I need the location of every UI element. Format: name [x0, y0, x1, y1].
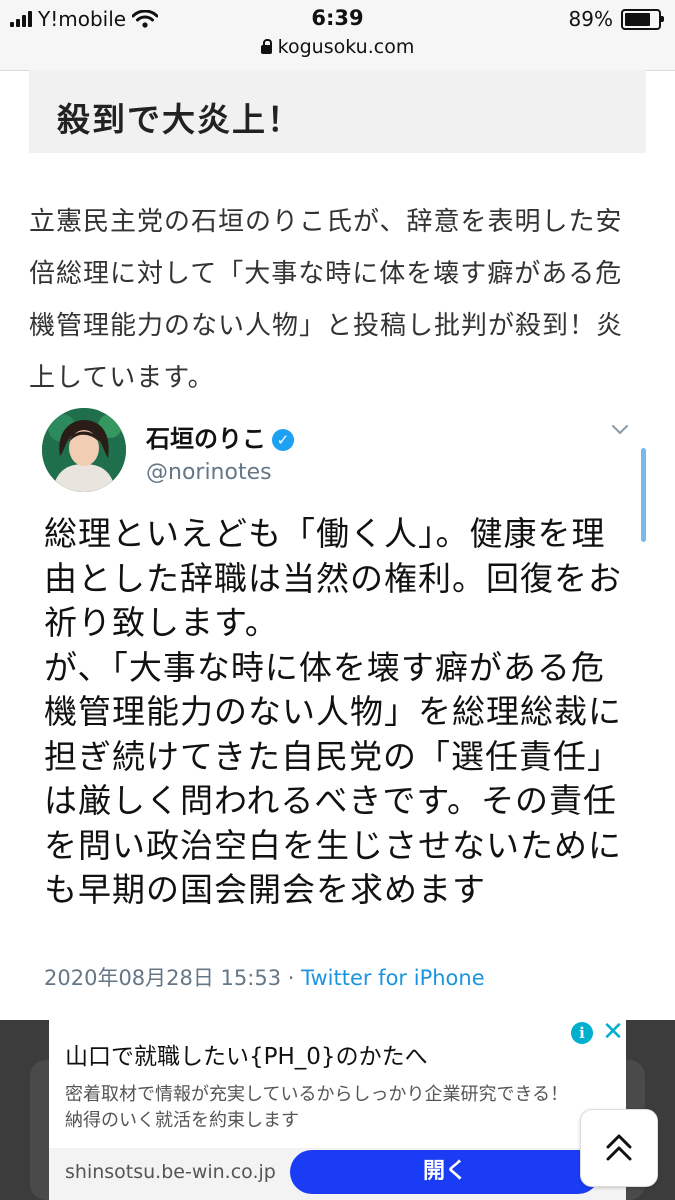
- chevron-down-icon[interactable]: [606, 420, 634, 440]
- avatar[interactable]: [42, 408, 126, 492]
- address-bar[interactable]: kogusoku.com: [0, 36, 675, 58]
- tweet-scrollbar[interactable]: [641, 448, 646, 542]
- status-bar: Y!mobile 6:39 89% kogusoku.com: [0, 0, 675, 71]
- lock-icon: [260, 39, 272, 54]
- battery-group: 89%: [568, 7, 664, 31]
- ad-title[interactable]: 山口で就職したい{PH_0}のかたへ: [65, 1037, 428, 1071]
- tweet-author-name: 石垣のりこ: [146, 425, 266, 453]
- battery-percent: 89%: [568, 7, 613, 31]
- tweet-meta: 2020年08月28日 15:53 · Twitter for iPhone: [44, 962, 485, 992]
- url-text: kogusoku.com: [277, 36, 415, 58]
- scroll-to-top-button[interactable]: [580, 1109, 658, 1187]
- tweet-timestamp[interactable]: 2020年08月28日 15:53: [44, 966, 281, 990]
- battery-icon: [621, 8, 664, 30]
- tweet-author[interactable]: 石垣のりこ ✓: [146, 419, 294, 454]
- ad-open-button[interactable]: 開く: [290, 1150, 600, 1194]
- tweet-source[interactable]: Twitter for iPhone: [301, 966, 485, 990]
- close-icon[interactable]: ✕: [602, 1019, 624, 1046]
- ad-description: 密着取材で情報が充実しているからしっかり企業研究できる！納得のいく就活を約束しま…: [65, 1084, 569, 1131]
- ad-banner[interactable]: 山口で就職したい{PH_0}のかたへ i ✕ 密着取材で情報が充実しているからし…: [49, 1019, 626, 1200]
- article-title: 殺到で大炎上！: [57, 100, 302, 139]
- ad-footer: shinsotsu.be-win.co.jp 開く: [49, 1148, 626, 1200]
- tweet-handle[interactable]: @norinotes: [146, 460, 272, 485]
- article-title-box: 殺到で大炎上！: [29, 70, 646, 153]
- ad-info-icon[interactable]: i: [571, 1022, 593, 1044]
- article-intro: 立憲民主党の石垣のりこ氏が、辞意を表明した安倍総理に対して「大事な時に体を壊す癖…: [29, 207, 624, 393]
- ad-domain[interactable]: shinsotsu.be-win.co.jp: [65, 1161, 276, 1183]
- tweet-text: 総理といえども「働く人」。健康を理由とした辞職は当然の権利。回復をお祈り致します…: [44, 514, 622, 909]
- scroll-to-top-icon: [606, 1134, 632, 1161]
- tweet-meta-separator: ·: [281, 966, 302, 990]
- verified-icon: ✓: [272, 429, 294, 451]
